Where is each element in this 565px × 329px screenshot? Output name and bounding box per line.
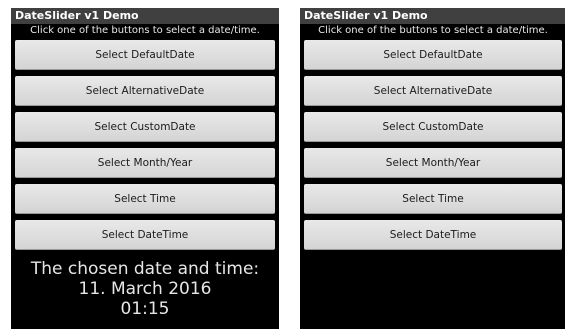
result-heading: The chosen date and time:	[30, 259, 260, 279]
select-custom-date-button[interactable]: Select CustomDate	[15, 112, 275, 142]
select-time-button[interactable]: Select Time	[15, 184, 275, 214]
phone-screen-left: DateSlider v1 Demo Click one of the butt…	[11, 8, 279, 329]
select-alternative-date-button[interactable]: Select AlternativeDate	[304, 76, 562, 106]
select-month-year-button[interactable]: Select Month/Year	[15, 148, 275, 178]
phone-screen-right: DateSlider v1 Demo Click one of the butt…	[300, 8, 565, 329]
title-bar: DateSlider v1 Demo	[300, 8, 565, 24]
select-custom-date-button[interactable]: Select CustomDate	[304, 112, 562, 142]
instructions-text: Click one of the buttons to select a dat…	[30, 25, 260, 36]
select-datetime-button[interactable]: Select DateTime	[15, 220, 275, 250]
instructions-text: Click one of the buttons to select a dat…	[318, 25, 548, 36]
select-datetime-button[interactable]: Select DateTime	[304, 220, 562, 250]
title-bar: DateSlider v1 Demo	[11, 8, 279, 24]
select-time-button[interactable]: Select Time	[304, 184, 562, 214]
select-alternative-date-button[interactable]: Select AlternativeDate	[15, 76, 275, 106]
result-date: 11. March 2016	[78, 279, 212, 299]
select-default-date-button[interactable]: Select DefaultDate	[304, 40, 562, 70]
chosen-result: The chosen date and time: 11. March 2016…	[11, 259, 279, 319]
select-default-date-button[interactable]: Select DefaultDate	[15, 40, 275, 70]
result-time: 01:15	[120, 299, 170, 319]
select-month-year-button[interactable]: Select Month/Year	[304, 148, 562, 178]
